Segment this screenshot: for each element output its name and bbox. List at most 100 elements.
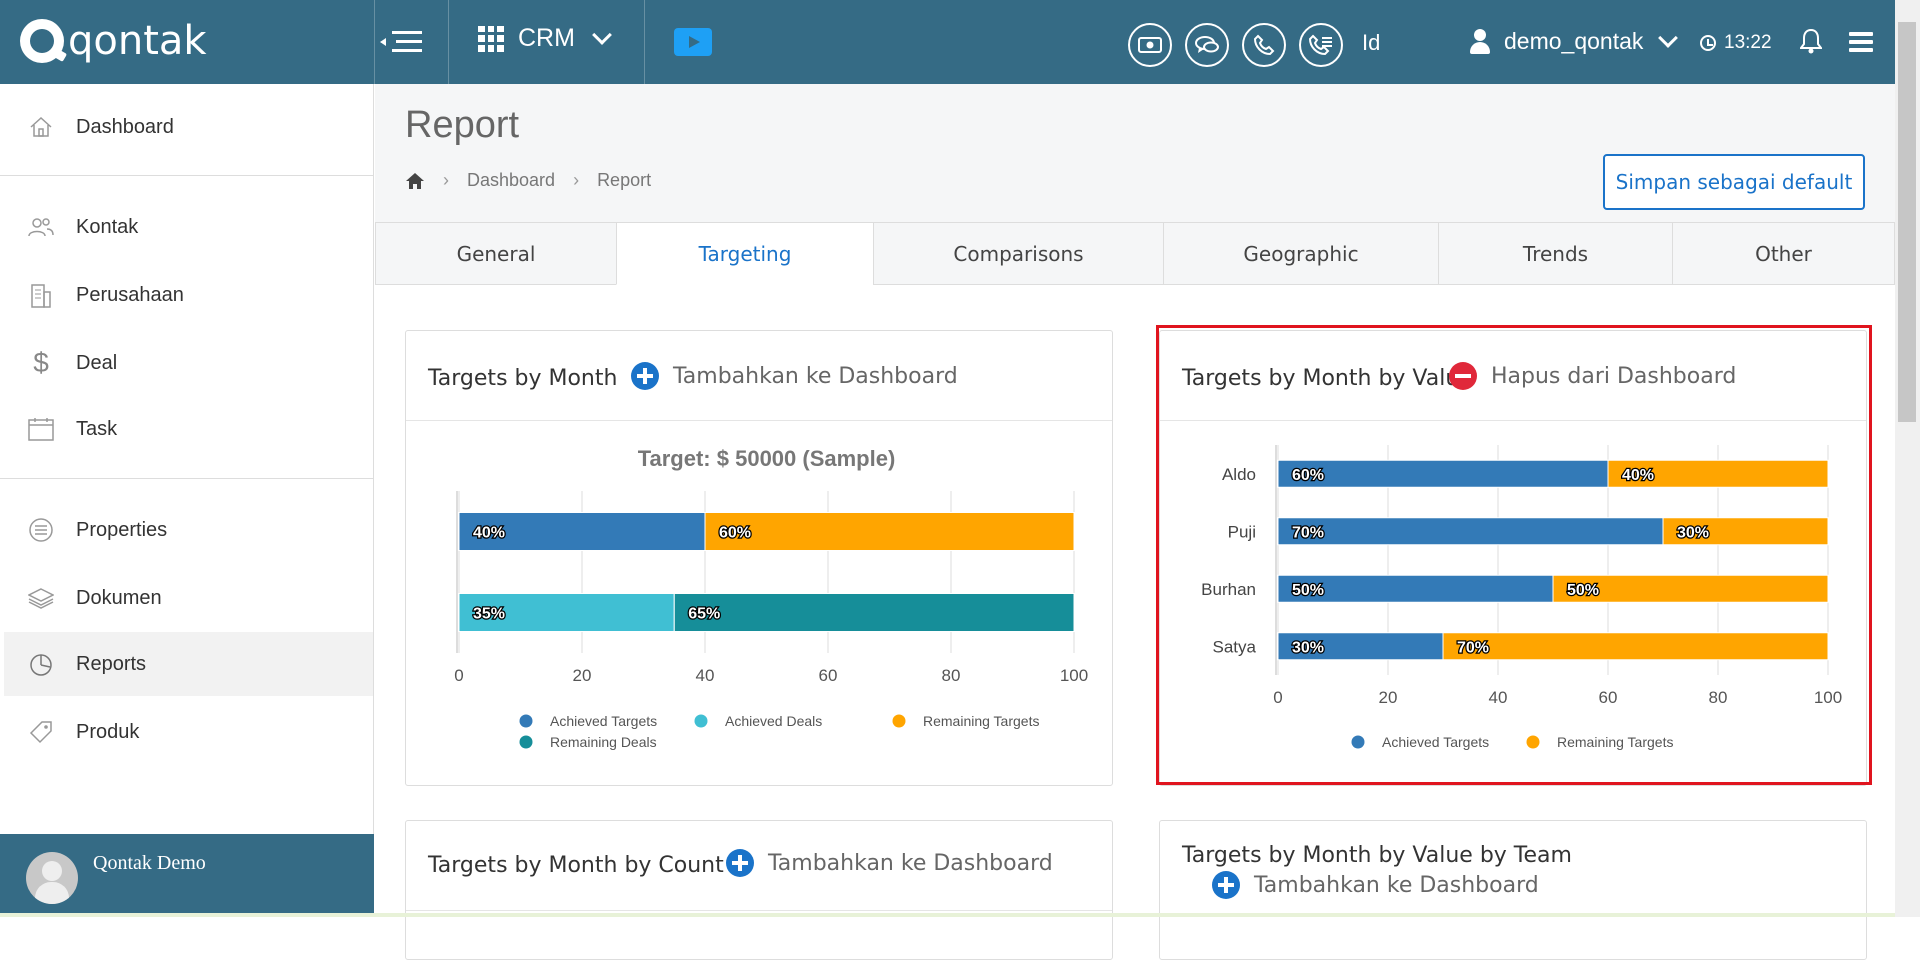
legend-swatch <box>892 714 906 728</box>
chevron-down-icon <box>592 24 612 45</box>
sidebar-item-label: Perusahaan <box>76 283 184 306</box>
language-switch[interactable]: Id <box>1362 30 1380 56</box>
home-icon[interactable] <box>405 172 425 190</box>
sidebar-item-perusahaan[interactable]: Perusahaan <box>0 263 374 327</box>
chart-targets-by-month: Target: $ 50000 (Sample) 0 20 40 60 80 100 40% 6… <box>454 446 1088 750</box>
bar-segment <box>673 593 1075 632</box>
username: demo_qontak <box>1504 28 1644 54</box>
sidebar-item-label: Properties <box>76 518 168 541</box>
sidebar-item-produk[interactable]: Produk <box>0 700 374 764</box>
phone-icon[interactable] <box>1242 23 1286 67</box>
add-to-dashboard-button[interactable]: Tambahkan ke Dashboard <box>726 849 1053 877</box>
user-icon <box>1470 28 1490 55</box>
sidebar-item-dokumen[interactable]: Dokumen <box>0 566 374 630</box>
card-title: Targets by Month by Count <box>428 853 724 878</box>
layers-icon <box>26 583 56 613</box>
main-content: Report › Dashboard › Report Simpan sebag… <box>375 84 1895 960</box>
chevron-down-icon <box>1658 27 1679 48</box>
legend-label: Achieved Deals <box>725 713 822 729</box>
action-label: Tambahkan ke Dashboard <box>768 850 1053 876</box>
tag-icon <box>26 717 56 747</box>
clock-icon <box>1700 35 1716 51</box>
card-targets-by-month-by-value-by-team: Targets by Month by Value by Team Tambah… <box>1159 820 1867 960</box>
contacts-icon <box>26 212 56 242</box>
x-tick-label: 80 <box>942 666 961 685</box>
sidebar-item-reports[interactable]: Reports <box>4 632 373 696</box>
action-label: Tambahkan ke Dashboard <box>1254 872 1539 898</box>
save-as-default-button[interactable]: Simpan sebagai default <box>1603 154 1865 210</box>
sidebar-item-dashboard[interactable]: Dashboard <box>0 95 374 159</box>
sidebar-item-label: Dokumen <box>76 586 162 609</box>
tab-general[interactable]: General <box>375 222 617 285</box>
sidebar-item-label: Kontak <box>76 215 139 238</box>
x-tick-label: 60 <box>819 666 838 685</box>
app-switcher[interactable]: CRM <box>478 24 612 53</box>
tab-content: Targets by Month Tambahkan ke Dashboard … <box>375 285 1895 960</box>
money-icon[interactable] <box>1128 23 1172 67</box>
divider <box>0 175 374 176</box>
sidebar-item-properties[interactable]: Properties <box>0 498 374 562</box>
breadcrumb-separator: › <box>573 170 580 190</box>
legend-label: Achieved Targets <box>550 713 657 729</box>
x-tick-label: 0 <box>454 666 463 685</box>
clock-time: 13:22 <box>1724 32 1772 53</box>
qontak-logo[interactable]: qontak <box>20 18 210 64</box>
divider <box>374 0 375 84</box>
profile-name: Qontak Demo <box>93 852 206 874</box>
plus-icon <box>726 849 754 877</box>
building-icon <box>26 280 56 310</box>
breadcrumb-report: Report <box>597 170 652 190</box>
legend-swatch <box>519 735 533 749</box>
breadcrumb-separator: › <box>443 170 449 190</box>
sidebar-item-label: Deal <box>76 351 118 374</box>
bar-data-label: 40% <box>473 525 505 542</box>
legend-swatch <box>694 714 708 728</box>
sidebar: Dashboard Kontak Perusahaan $ Deal Task … <box>0 84 374 917</box>
sidebar-item-label: Reports <box>76 652 147 675</box>
add-to-dashboard-button[interactable]: Tambahkan ke Dashboard <box>631 362 958 390</box>
card-targets-by-month-by-count: Targets by Month by Count Tambahkan ke D… <box>405 820 1113 960</box>
avatar <box>26 852 78 904</box>
card-header: Targets by Month by Count Tambahkan ke D… <box>406 821 1112 911</box>
dollar-icon: $ <box>33 347 49 378</box>
menu-toggle-icon[interactable] <box>380 28 424 56</box>
hamburger-icon[interactable] <box>1849 32 1873 52</box>
x-tick-label: 40 <box>696 666 715 685</box>
scrollbar-thumb[interactable] <box>1898 22 1916 422</box>
breadcrumb: › Dashboard › Report <box>405 170 651 191</box>
tab-other[interactable]: Other <box>1672 222 1895 285</box>
chat-icon[interactable] <box>1185 23 1229 67</box>
user-menu[interactable]: demo_qontak <box>1470 27 1679 55</box>
sidebar-item-task[interactable]: Task <box>0 397 374 461</box>
legend-swatch <box>519 714 533 728</box>
tab-targeting[interactable]: Targeting <box>616 222 874 285</box>
card-title: Targets by Month by Value by Team <box>1182 843 1572 868</box>
divider <box>644 0 645 84</box>
card-title: Targets by Month <box>428 366 618 391</box>
tab-geographic[interactable]: Geographic <box>1163 222 1439 285</box>
x-tick-label: 100 <box>1060 666 1088 685</box>
sidebar-item-label: Produk <box>76 720 140 743</box>
chart-title: Target: $ 50000 (Sample) <box>638 446 896 471</box>
tab-trends[interactable]: Trends <box>1438 222 1673 285</box>
plus-icon <box>1212 871 1240 899</box>
call-log-icon[interactable] <box>1299 23 1343 67</box>
sidebar-item-kontak[interactable]: Kontak <box>0 195 374 259</box>
divider <box>0 478 374 479</box>
sidebar-item-deal[interactable]: $ Deal <box>0 331 374 395</box>
sidebar-item-label: Task <box>76 417 118 440</box>
highlight-box <box>1156 325 1872 785</box>
top-bar: qontak CRM Id demo_qontak 13:22 <box>0 0 1895 84</box>
logo-mark-icon <box>20 19 64 63</box>
page-title: Report <box>405 104 520 146</box>
tab-comparisons[interactable]: Comparisons <box>873 222 1164 285</box>
add-to-dashboard-button[interactable]: Tambahkan ke Dashboard <box>1212 871 1539 899</box>
list-icon <box>26 515 56 545</box>
video-icon[interactable] <box>674 28 712 56</box>
apps-grid-icon <box>478 25 504 52</box>
bell-icon[interactable] <box>1800 28 1822 54</box>
action-label: Tambahkan ke Dashboard <box>673 363 958 389</box>
breadcrumb-dashboard[interactable]: Dashboard <box>467 170 555 191</box>
user-profile[interactable]: Qontak Demo <box>0 834 374 917</box>
card-targets-by-month: Targets by Month Tambahkan ke Dashboard … <box>405 330 1113 786</box>
